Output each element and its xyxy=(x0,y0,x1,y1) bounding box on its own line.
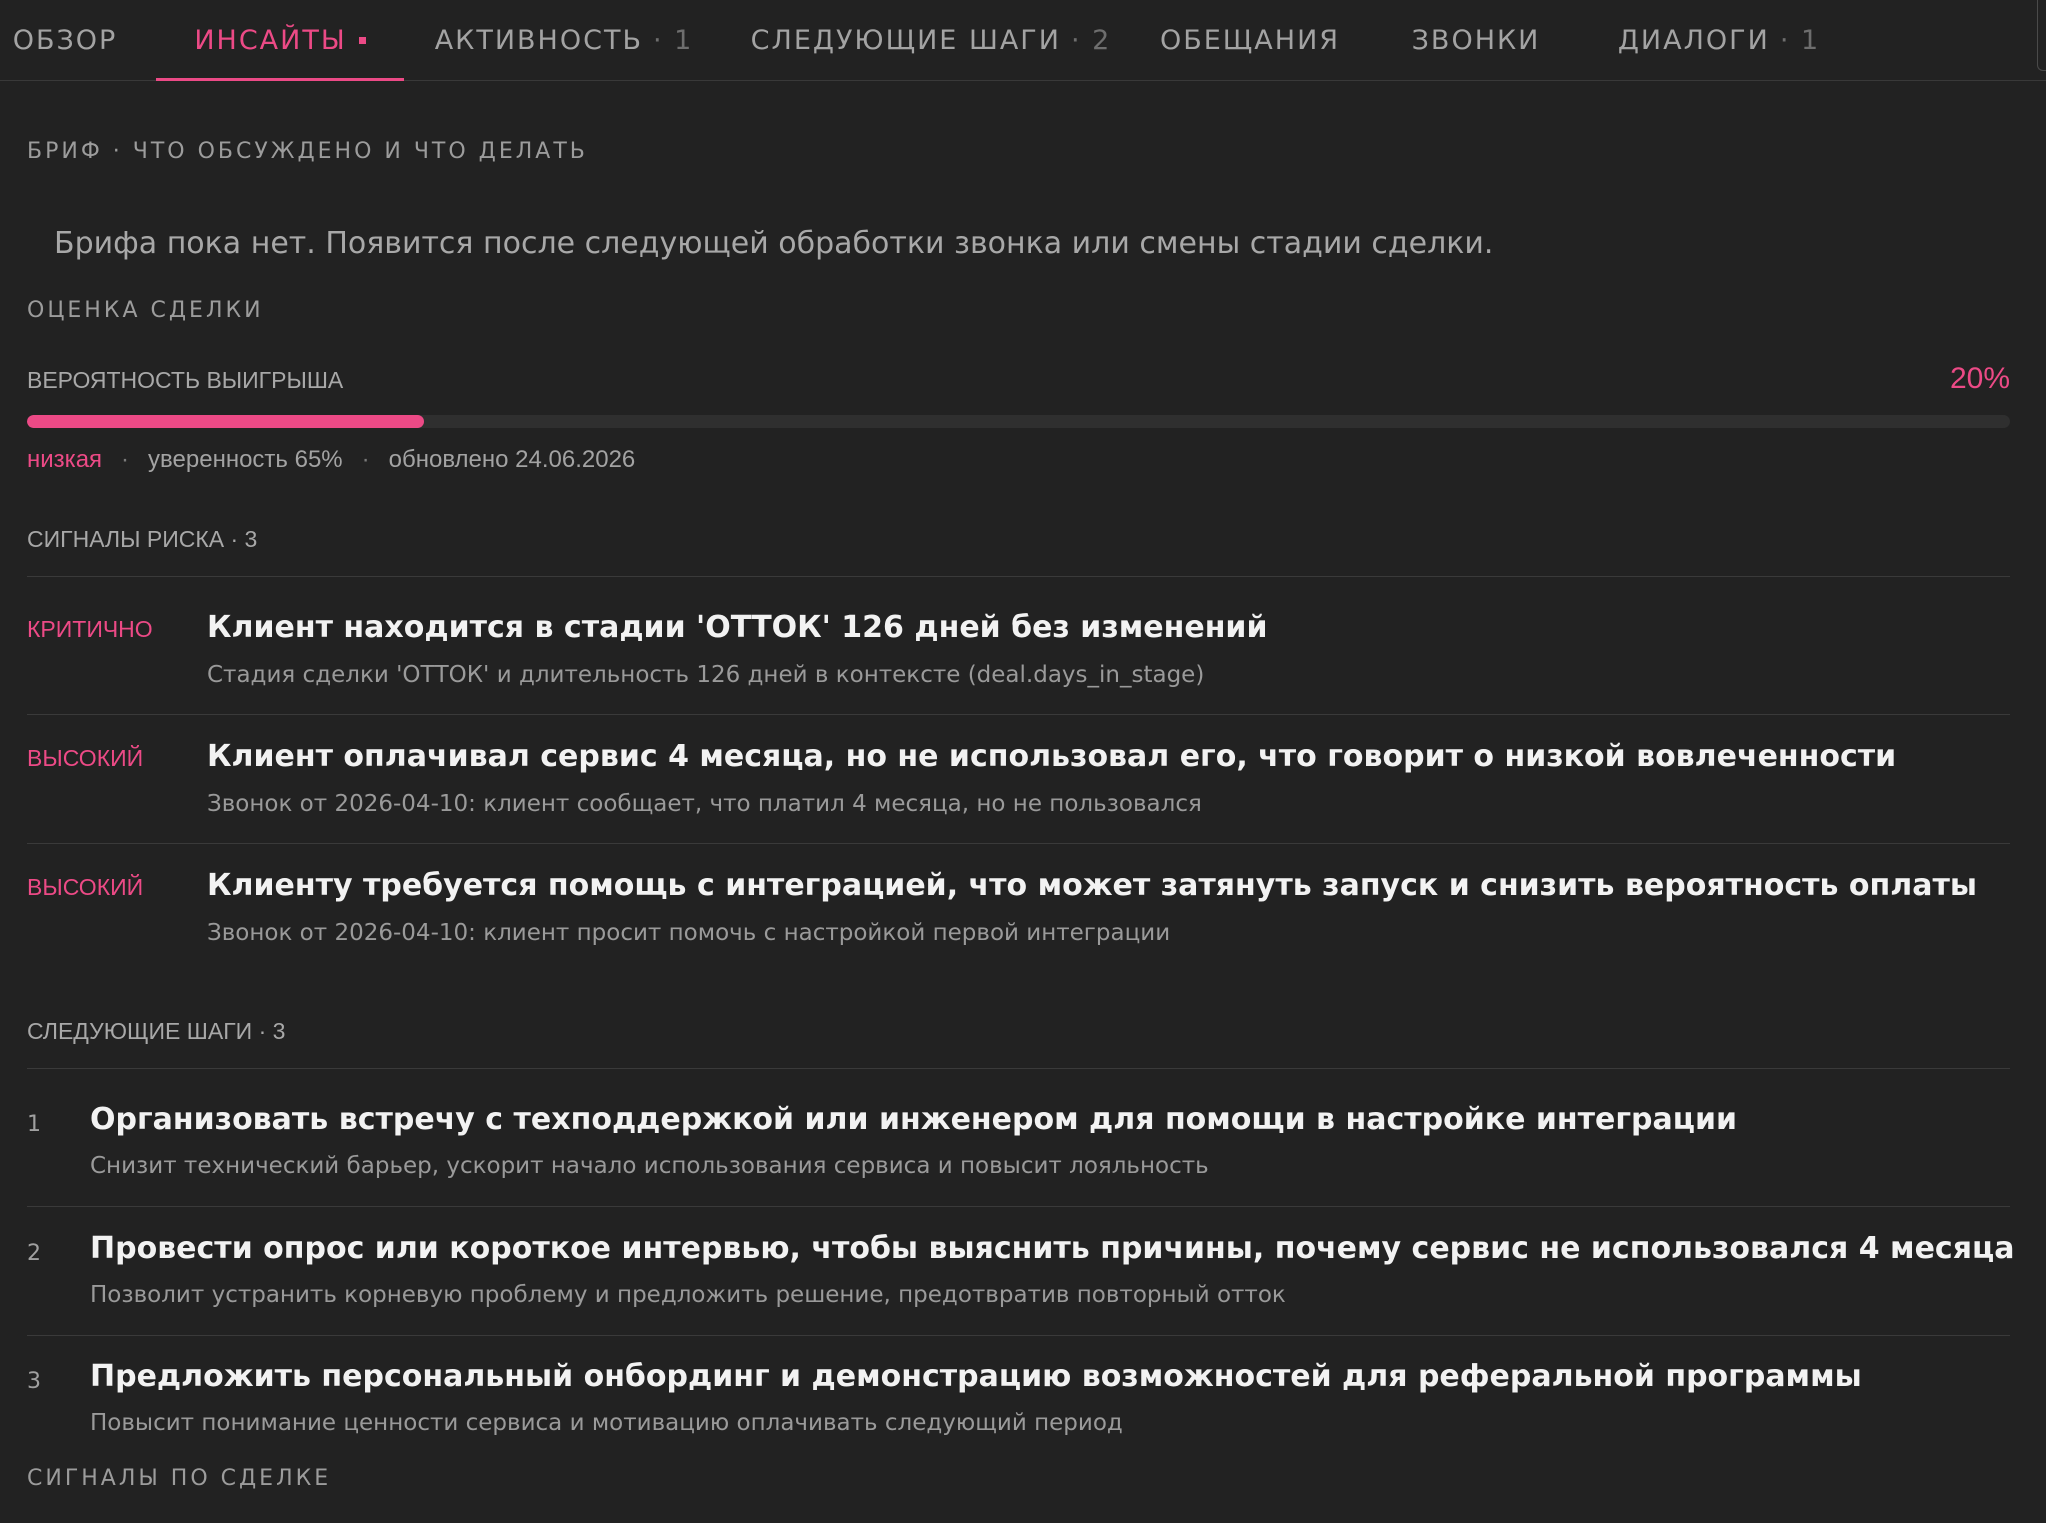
step-number: 3 xyxy=(27,1369,41,1394)
tab-activity[interactable]: АКТИВНОСТЬ · 1 xyxy=(428,0,700,80)
assessment-meta: низкая · уверенность 65% · обновлено 24.06.2… xyxy=(27,446,635,474)
divider xyxy=(27,1335,2010,1336)
next-step-item: 2 Провести опрос или короткое интервью, … xyxy=(0,1231,2046,1365)
risk-signal-item: ВЫСОКИЙ Клиенту требуется помощь с интег… xyxy=(0,868,2046,1002)
step-rationale: Снизит технический барьер, ускорит начал… xyxy=(90,1153,1209,1179)
tab-calls[interactable]: ЗВОНКИ xyxy=(1396,0,1556,80)
tab-count: · 1 xyxy=(1779,24,1821,56)
divider xyxy=(27,714,2010,715)
insights-page: ОБЗОР ИНСАЙТЫ АКТИВНОСТЬ · 1 СЛЕДУЮЩИЕ Ш… xyxy=(0,0,2046,1523)
step-title: Организовать встречу с техподдержкой или… xyxy=(90,1102,1738,1137)
panel-edge xyxy=(2037,0,2046,71)
risk-severity: ВЫСОКИЙ xyxy=(27,874,144,900)
risk-evidence: Звонок от 2026-04-10: клиент сообщает, ч… xyxy=(207,791,1202,817)
tab-insights[interactable]: ИНСАЙТЫ xyxy=(156,0,404,81)
step-number: 1 xyxy=(27,1112,41,1137)
risk-severity: КРИТИЧНО xyxy=(27,616,153,642)
risk-signal-item: КРИТИЧНО Клиент находится в стадии 'ОТТО… xyxy=(0,610,2046,744)
deal-signals-label: СИГНАЛЫ ПО СДЕЛКЕ xyxy=(27,1466,332,1491)
active-indicator-dot xyxy=(358,36,366,44)
risk-evidence: Стадия сделки 'ОТТОК' и длительность 126… xyxy=(207,662,1205,688)
tab-label: ИНСАЙТЫ xyxy=(194,24,347,56)
step-title: Предложить персональный онбординг и демо… xyxy=(90,1359,1862,1394)
tab-count: · 1 xyxy=(652,24,694,56)
tab-bar: ОБЗОР ИНСАЙТЫ АКТИВНОСТЬ · 1 СЛЕДУЮЩИЕ Ш… xyxy=(0,0,2046,81)
step-rationale: Позволит устранить корневую проблему и п… xyxy=(90,1282,1286,1308)
risk-signal-item: ВЫСОКИЙ Клиент оплачивал сервис 4 месяца… xyxy=(0,739,2046,873)
meta-separator: · xyxy=(361,446,370,473)
risk-signals-label: СИГНАЛЫ РИСКА · 3 xyxy=(27,526,258,552)
divider xyxy=(27,1206,2010,1207)
divider xyxy=(27,843,2010,844)
win-probability-value: 20% xyxy=(1949,362,2010,395)
confidence-text: уверенность 65% xyxy=(148,446,343,473)
tab-label: ДИАЛОГИ xyxy=(1617,24,1770,56)
tab-next-steps[interactable]: СЛЕДУЮЩИЕ ШАГИ · 2 xyxy=(746,0,1116,80)
updated-text: обновлено 24.06.2026 xyxy=(388,446,636,473)
tab-dialogs[interactable]: ДИАЛОГИ · 1 xyxy=(1604,0,1834,80)
tab-label: АКТИВНОСТЬ xyxy=(434,24,643,56)
step-title: Провести опрос или короткое интервью, чт… xyxy=(90,1231,2015,1266)
meta-separator: · xyxy=(121,446,130,473)
next-steps-label: СЛЕДУЮЩИЕ ШАГИ · 3 xyxy=(27,1018,286,1044)
next-step-item: 1 Организовать встречу с техподдержкой и… xyxy=(0,1102,2046,1236)
risk-evidence: Звонок от 2026-04-10: клиент просит помо… xyxy=(207,920,1171,946)
brief-empty-message: Брифа пока нет. Появится после следующей… xyxy=(54,226,1494,261)
assessment-section-label: ОЦЕНКА СДЕЛКИ xyxy=(27,298,264,323)
brief-section-label: БРИФ · ЧТО ОБСУЖДЕНО И ЧТО ДЕЛАТЬ xyxy=(27,139,588,164)
tab-label: СЛЕДУЮЩИЕ ШАГИ xyxy=(750,24,1061,56)
win-probability-label: ВЕРОЯТНОСТЬ ВЫИГРЫША xyxy=(27,367,344,393)
risk-severity: ВЫСОКИЙ xyxy=(27,745,144,771)
tab-label: ОБЕЩАНИЯ xyxy=(1159,24,1341,56)
tab-promises[interactable]: ОБЕЩАНИЯ xyxy=(1150,0,1350,80)
divider xyxy=(27,1068,2010,1069)
step-number: 2 xyxy=(27,1241,41,1266)
risk-title: Клиенту требуется помощь с интеграцией, … xyxy=(207,868,1977,903)
tab-label: ОБЗОР xyxy=(12,24,118,56)
risk-title: Клиент находится в стадии 'ОТТОК' 126 дн… xyxy=(207,610,1268,645)
step-rationale: Повысит понимание ценности сервиса и мот… xyxy=(90,1410,1123,1436)
probability-level: низкая xyxy=(27,446,103,473)
divider xyxy=(27,576,2010,577)
tab-overview[interactable]: ОБЗОР xyxy=(0,0,130,80)
win-probability-fill xyxy=(27,415,424,428)
win-probability-bar xyxy=(27,415,2010,428)
tab-count: · 2 xyxy=(1070,24,1112,56)
risk-title: Клиент оплачивал сервис 4 месяца, но не … xyxy=(207,739,1897,774)
tab-label: ЗВОНКИ xyxy=(1411,24,1541,56)
